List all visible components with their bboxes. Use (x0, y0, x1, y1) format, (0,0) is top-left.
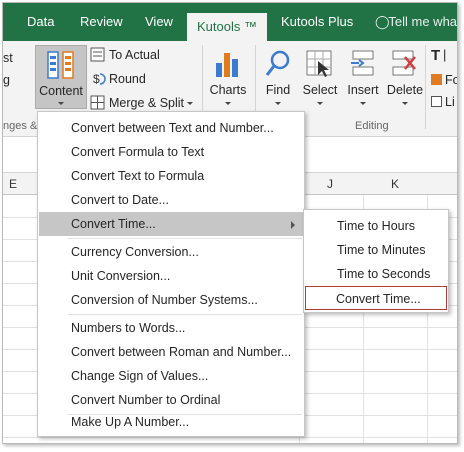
content-dropdown-menu: Convert between Text and Number... Conve… (37, 111, 305, 437)
menu-item-convert-time[interactable]: Convert Time... (39, 212, 303, 236)
menu-item-currency-conversion[interactable]: Currency Conversion... (39, 240, 303, 264)
dropdown-arrow-icon (58, 102, 64, 105)
content-button[interactable]: Content (35, 45, 87, 109)
insert-button[interactable]: Insert (343, 45, 383, 109)
svg-text:$: $ (93, 72, 100, 86)
round-label: Round (109, 72, 146, 86)
convert-time-submenu: Time to Hours Time to Minutes Time to Se… (303, 209, 449, 313)
round-button[interactable]: $ Round (89, 69, 169, 89)
ribbon-separator (425, 45, 426, 129)
menu-item-change-sign[interactable]: Change Sign of Values... (39, 364, 303, 388)
to-actual-label: To Actual (109, 48, 160, 62)
delete-icon (392, 50, 416, 76)
merge-split-button[interactable]: Merge & Split (89, 93, 199, 113)
charts-button[interactable]: Charts (206, 45, 250, 109)
merge-split-icon (90, 95, 105, 110)
find-label: Find (265, 83, 291, 97)
tab-kutools-plus[interactable]: Kutools Plus (281, 3, 353, 41)
format-partial-label: Fo (445, 73, 457, 87)
link-partial-button[interactable]: Li (429, 93, 457, 111)
insert-label: Insert (347, 83, 379, 97)
tab-view[interactable]: View (145, 3, 173, 41)
submenu-item-convert-time[interactable]: Convert Time... (305, 286, 447, 310)
menu-item-make-up-number[interactable]: Make Up A Number... (39, 410, 303, 434)
partial-group-label: nges & (3, 120, 38, 132)
submenu-item-time-to-minutes[interactable]: Time to Minutes (305, 238, 447, 262)
format-partial-button[interactable]: Fo (429, 71, 457, 89)
chevron-down-icon (402, 102, 408, 105)
excel-window: Data Review View Kutools ™ Kutools Plus … (2, 2, 458, 444)
select-label: Select (302, 83, 338, 97)
tab-review[interactable]: Review (80, 3, 123, 41)
menu-item-roman-number[interactable]: Convert between Roman and Number... (39, 340, 303, 364)
delete-label: Delete (386, 83, 424, 97)
menu-item-number-to-ordinal[interactable]: Convert Number to Ordinal (39, 388, 303, 412)
submenu-arrow-icon (291, 221, 295, 229)
menu-item-convert-to-date[interactable]: Convert to Date... (39, 188, 303, 212)
to-actual-icon (90, 47, 105, 62)
merge-split-label: Merge & Split (109, 96, 185, 110)
menu-item-formula-to-text[interactable]: Convert Formula to Text (39, 140, 303, 164)
chevron-down-icon (275, 102, 281, 105)
column-header-e[interactable]: E (9, 173, 17, 195)
submenu-item-time-to-seconds[interactable]: Time to Seconds (305, 262, 447, 286)
chevron-down-icon (360, 102, 366, 105)
format-icon (431, 74, 442, 85)
insert-icon (351, 50, 374, 76)
select-icon (306, 50, 332, 77)
menu-separator (68, 314, 302, 315)
content-label: Content (39, 84, 83, 98)
tell-me-box[interactable]: ◯ Tell me wha (375, 3, 457, 41)
menu-item-convert-time-label: Convert Time... (71, 217, 156, 231)
partial-left-label-2: g (3, 73, 10, 87)
menu-item-unit-conversion[interactable]: Unit Conversion... (39, 264, 303, 288)
partial-left-label-1: st (3, 51, 13, 65)
chevron-down-icon (187, 102, 193, 105)
menu-item-text-to-formula[interactable]: Convert Text to Formula (39, 164, 303, 188)
find-button[interactable]: Find (259, 45, 297, 109)
delete-button[interactable]: Delete (385, 45, 425, 109)
round-icon: $ (93, 72, 106, 86)
text-tools-partial[interactable]: T (431, 47, 440, 64)
content-icon (47, 51, 74, 79)
menu-item-number-systems[interactable]: Conversion of Number Systems... (39, 288, 303, 312)
menu-item-numbers-to-words[interactable]: Numbers to Words... (39, 316, 303, 340)
column-header-j[interactable]: J (327, 173, 333, 195)
charts-icon (216, 53, 238, 77)
to-actual-button[interactable]: To Actual (89, 45, 169, 65)
charts-label: Charts (209, 83, 247, 97)
lightbulb-icon: ◯ (375, 14, 390, 29)
select-button[interactable]: Select (299, 45, 341, 109)
grid-line (3, 437, 457, 438)
text-tools-partial-cursor: | (443, 47, 447, 62)
submenu-item-time-to-hours[interactable]: Time to Hours (305, 214, 447, 238)
chevron-down-icon (225, 102, 231, 105)
tab-kutools[interactable]: Kutools ™ (187, 13, 267, 41)
menu-item-text-number[interactable]: Convert between Text and Number... (39, 116, 303, 140)
chevron-down-icon (317, 102, 323, 105)
magnifier-icon (265, 50, 290, 76)
ribbon-tab-bar: Data Review View Kutools ™ Kutools Plus … (3, 3, 457, 41)
tab-data[interactable]: Data (27, 3, 54, 41)
column-header-k[interactable]: K (391, 173, 399, 195)
menu-separator (68, 238, 302, 239)
editing-group-label: Editing (355, 120, 389, 132)
link-partial-label: Li (445, 95, 455, 109)
link-icon (431, 96, 442, 107)
tell-me-text: Tell me wha (388, 14, 458, 29)
